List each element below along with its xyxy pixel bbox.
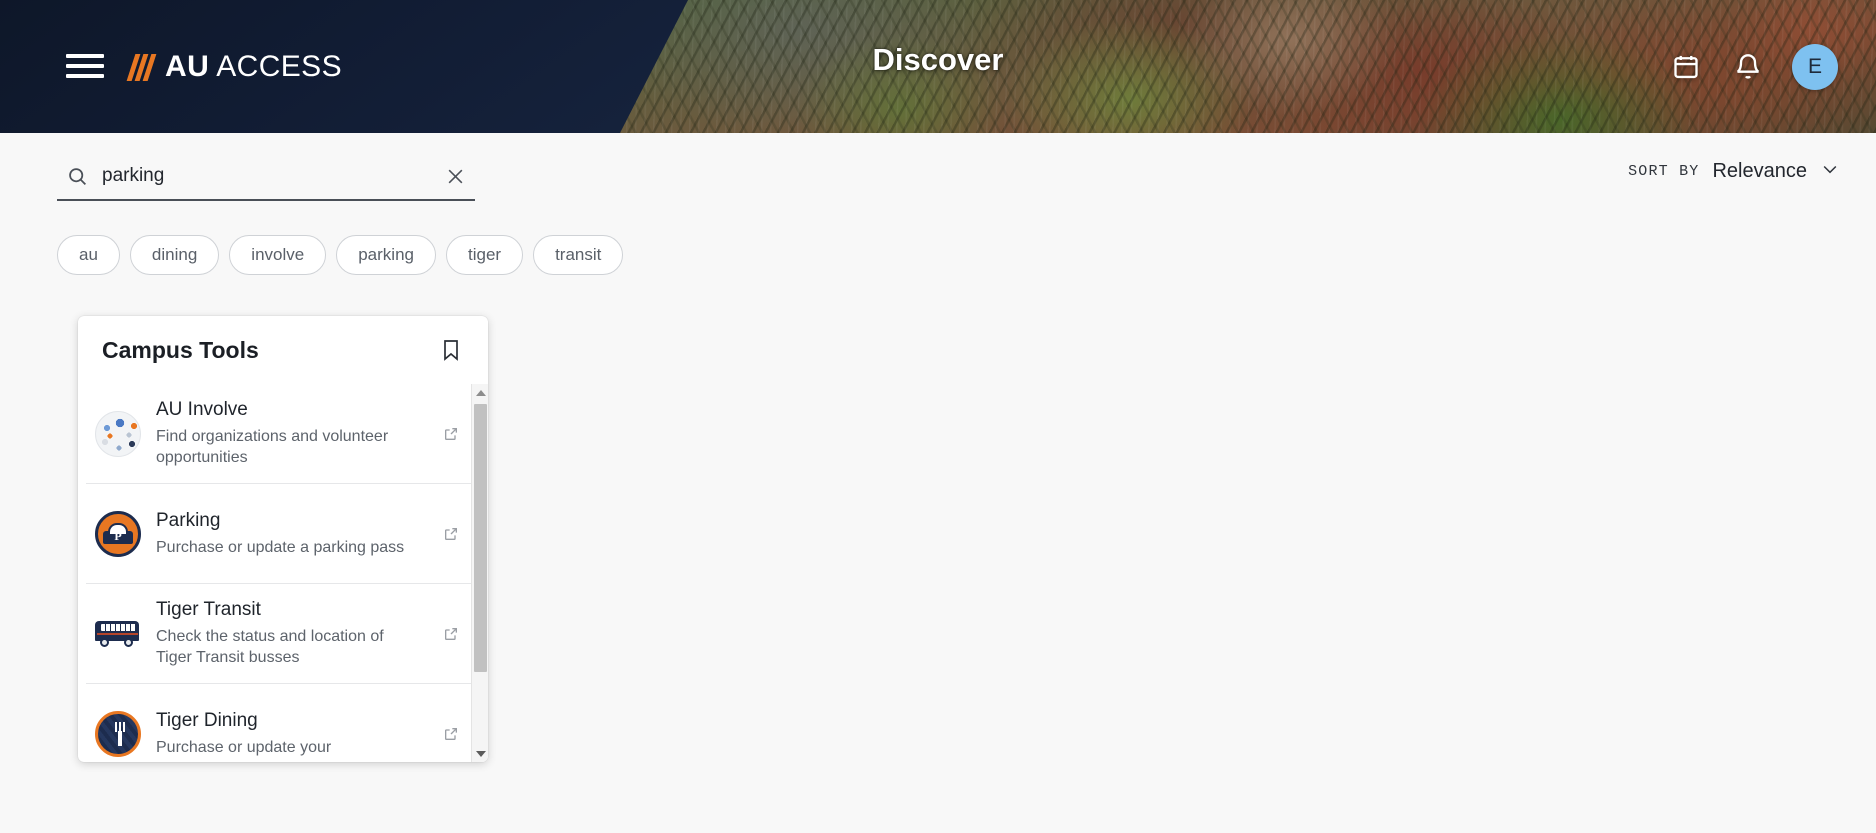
list-item-body: Parking Purchase or update a parking pas… bbox=[156, 509, 437, 558]
search-box[interactable] bbox=[57, 153, 475, 201]
card-title: Campus Tools bbox=[102, 336, 259, 363]
filter-chip-tiger[interactable]: tiger bbox=[445, 235, 524, 275]
hamburger-icon[interactable] bbox=[66, 50, 104, 82]
filter-chip-involve[interactable]: involve bbox=[229, 235, 327, 275]
brand-text-bold: AU bbox=[165, 50, 210, 83]
calendar-icon[interactable] bbox=[1668, 49, 1704, 85]
external-link-icon[interactable] bbox=[443, 626, 459, 642]
discover-page: AU ACCESS Discover E parking SORT BY Rel… bbox=[0, 0, 1876, 833]
filter-chip-au[interactable]: au bbox=[57, 235, 120, 275]
header-actions: E bbox=[1668, 0, 1838, 133]
list-item[interactable]: AU Involve Find organizations and volunt… bbox=[86, 384, 471, 484]
list-item-body: Tiger Dining Purchase or update your bbox=[156, 709, 437, 758]
card-header: Campus Tools bbox=[78, 316, 488, 384]
campus-tools-card: Campus Tools AU Involve Find organizatio… bbox=[78, 316, 488, 762]
search-input[interactable] bbox=[102, 165, 440, 187]
filter-chip-dining[interactable]: dining bbox=[129, 235, 220, 275]
filter-chips: au dining involve parking tiger transit bbox=[57, 235, 624, 275]
dining-icon bbox=[92, 708, 144, 760]
sort-by-control[interactable]: SORT BY Relevance bbox=[1628, 159, 1840, 184]
sort-by-value: Relevance bbox=[1712, 160, 1807, 182]
list-item-title: Parking bbox=[156, 509, 221, 531]
search-icon bbox=[67, 166, 88, 187]
header-navy-panel bbox=[0, 0, 688, 133]
avatar-initial: E bbox=[1807, 54, 1822, 78]
brand-logo[interactable]: AU ACCESS bbox=[126, 50, 342, 84]
bookmark-icon[interactable] bbox=[439, 336, 463, 364]
list-item-body: AU Involve Find organizations and volunt… bbox=[156, 398, 437, 469]
list-item[interactable]: Tiger Dining Purchase or update your bbox=[86, 684, 471, 762]
parking-icon bbox=[92, 508, 144, 560]
filter-chip-transit[interactable]: transit bbox=[533, 235, 624, 275]
filter-chip-parking[interactable]: parking bbox=[336, 235, 436, 275]
external-link-icon[interactable] bbox=[443, 726, 459, 742]
slashes-icon bbox=[126, 53, 157, 81]
card-list-wrapper: AU Involve Find organizations and volunt… bbox=[78, 384, 488, 762]
list-item-description: Purchase or update your bbox=[156, 738, 332, 756]
external-link-icon[interactable] bbox=[443, 526, 459, 542]
brand-text-light: ACCESS bbox=[216, 50, 343, 83]
bus-icon bbox=[92, 608, 144, 660]
list-item[interactable]: Parking Purchase or update a parking pas… bbox=[86, 484, 471, 584]
external-link-icon[interactable] bbox=[443, 426, 459, 442]
scroll-down-arrow-icon[interactable] bbox=[472, 745, 488, 762]
list-item-description: Purchase or update a parking pass bbox=[156, 538, 405, 556]
au-involve-icon bbox=[92, 408, 144, 460]
list-scrollbar[interactable] bbox=[471, 384, 488, 762]
campus-tools-list: AU Involve Find organizations and volunt… bbox=[78, 384, 471, 762]
scrollbar-thumb[interactable] bbox=[474, 404, 487, 672]
list-item-title: Tiger Dining bbox=[156, 709, 258, 731]
list-item[interactable]: Tiger Transit Check the status and locat… bbox=[86, 584, 471, 684]
list-item-description: Check the status and location of Tiger T… bbox=[156, 627, 384, 667]
bell-icon[interactable] bbox=[1730, 49, 1766, 85]
list-item-title: Tiger Transit bbox=[156, 599, 261, 621]
list-item-description: Find organizations and volunteer opportu… bbox=[156, 427, 389, 467]
page-content: SORT BY Relevance au dining involve park… bbox=[0, 133, 1876, 833]
list-item-body: Tiger Transit Check the status and locat… bbox=[156, 598, 437, 669]
list-item-title: AU Involve bbox=[156, 399, 248, 421]
chevron-down-icon bbox=[1820, 159, 1840, 184]
app-header: AU ACCESS Discover E bbox=[0, 0, 1876, 133]
avatar[interactable]: E bbox=[1792, 43, 1838, 90]
search-row: SORT BY Relevance bbox=[0, 153, 1876, 213]
brand-text: AU ACCESS bbox=[165, 50, 342, 84]
close-icon[interactable] bbox=[440, 167, 475, 186]
sort-by-label: SORT BY bbox=[1628, 163, 1700, 180]
scroll-up-arrow-icon[interactable] bbox=[472, 384, 488, 401]
